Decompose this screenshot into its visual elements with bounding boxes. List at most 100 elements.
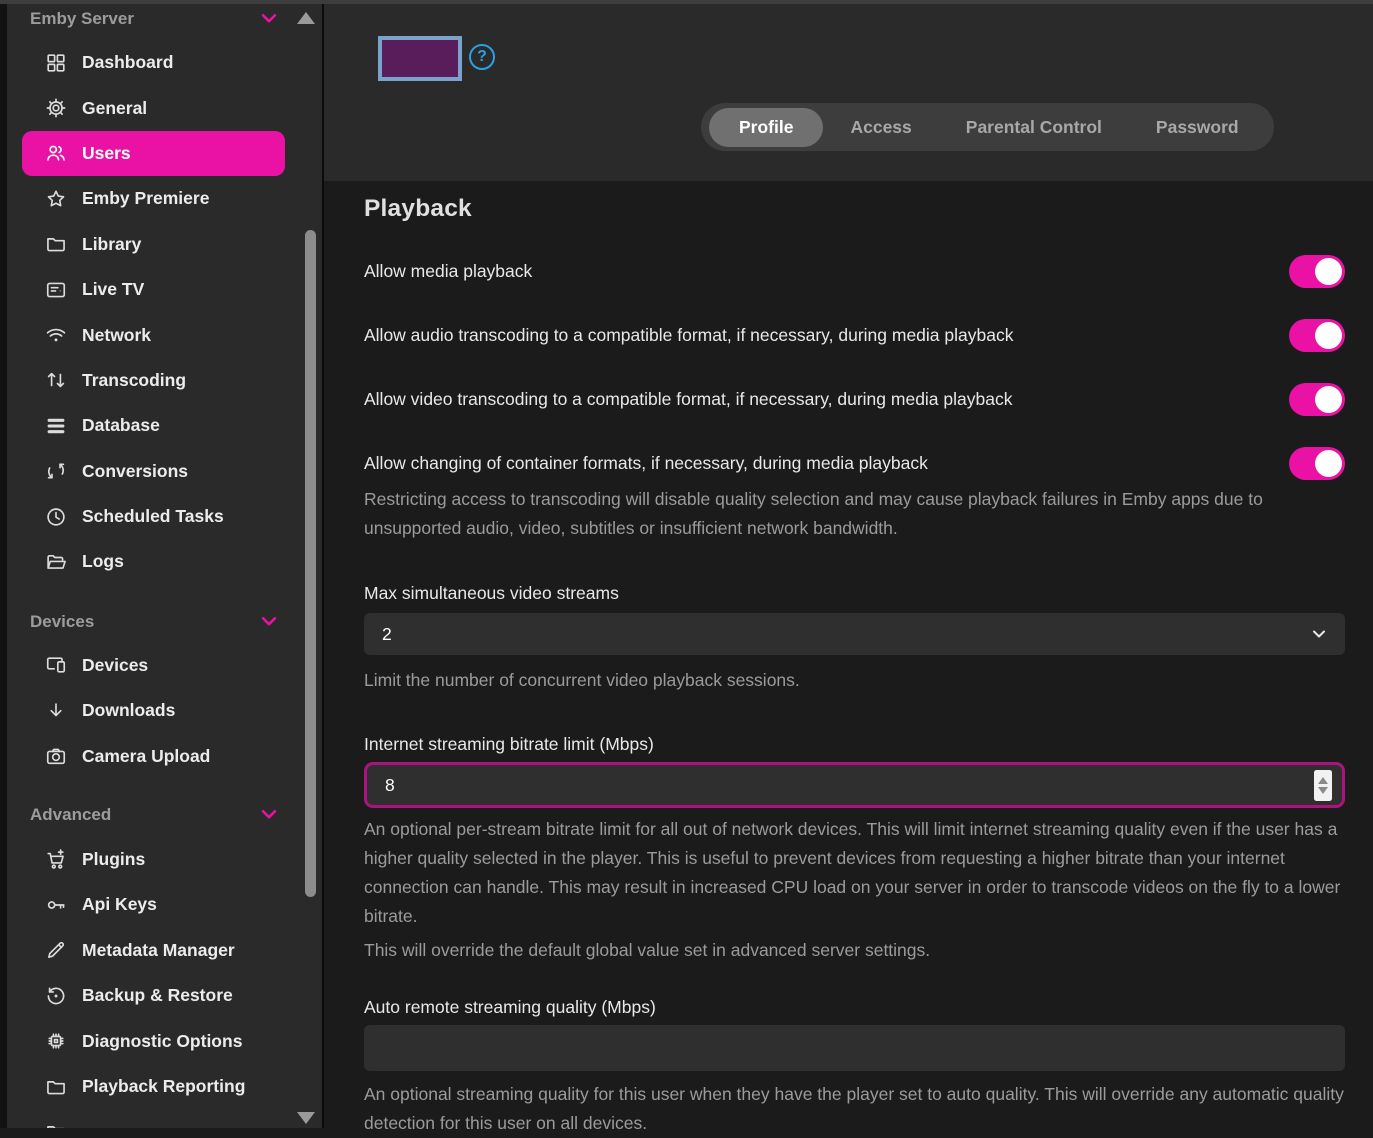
sidebar-item-scheduled-tasks[interactable]: Scheduled Tasks bbox=[22, 494, 285, 539]
sidebar-item-label: Playback Reporting bbox=[82, 1076, 245, 1097]
bitrate-label: Internet streaming bitrate limit (Mbps) bbox=[364, 734, 1345, 755]
sidebar-section-devices: DevicesDevicesDownloadsCamera Upload bbox=[7, 607, 322, 779]
sidebar-item-label: Dashboard bbox=[82, 52, 173, 73]
scroll-down-icon[interactable] bbox=[297, 1112, 315, 1124]
pencil-icon bbox=[45, 939, 67, 961]
key-icon bbox=[45, 894, 67, 916]
restore-icon bbox=[45, 985, 67, 1007]
sidebar-item-network[interactable]: Network bbox=[22, 312, 285, 357]
camera-icon bbox=[45, 745, 67, 767]
devices-icon bbox=[45, 654, 67, 676]
dashboard-icon bbox=[45, 52, 67, 74]
sidebar-item-general[interactable]: General bbox=[22, 85, 285, 130]
sync-arrows-icon bbox=[45, 460, 67, 482]
cart-plus-icon bbox=[45, 849, 67, 871]
sidebar-item-conversions[interactable]: Conversions bbox=[22, 449, 285, 494]
sidebar-item-backup-restore[interactable]: Backup & Restore bbox=[22, 973, 285, 1018]
sidebar-item-users[interactable]: Users bbox=[22, 131, 285, 176]
tab-profile[interactable]: Profile bbox=[709, 108, 823, 147]
max-streams-field: Max simultaneous video streams 2 Limit t… bbox=[364, 583, 1345, 695]
chevron-down-icon bbox=[258, 7, 282, 31]
sidebar-scrollbar-thumb[interactable] bbox=[305, 230, 316, 897]
page-title: Playback bbox=[364, 195, 1345, 223]
toggle-knob bbox=[1315, 258, 1342, 285]
auto-quality-input[interactable] bbox=[364, 1025, 1345, 1071]
sidebar-item-label: Database bbox=[82, 415, 160, 436]
section-header-devices[interactable]: Devices bbox=[7, 607, 322, 637]
sidebar-item-label: Plugins bbox=[82, 849, 145, 870]
allow-audio-transcoding-to-a-compatible-format-if-necessary-during-media-playback-toggle[interactable] bbox=[1289, 319, 1345, 352]
playback-settings: Playback Allow media playback Allow audio… bbox=[324, 181, 1373, 1128]
tab-password[interactable]: Password bbox=[1129, 103, 1266, 151]
sidebar-item-playback-reporting[interactable]: Playback Reporting bbox=[22, 1064, 285, 1109]
toggle-label: Allow media playback bbox=[364, 261, 532, 282]
sidebar-item-label: Metadata Manager bbox=[82, 940, 235, 961]
section-label: Advanced bbox=[30, 805, 111, 825]
number-stepper[interactable] bbox=[1314, 770, 1332, 801]
sidebar-section-advanced: Advanced Plugins Api Keys Metadata Manager B… bbox=[7, 800, 322, 1109]
sidebar-sections: Emby Server Dashboard General Users Emby Pre… bbox=[7, 4, 322, 1128]
main-area: ? ProfileAccessParental ControlPassword … bbox=[324, 4, 1373, 1128]
page-header: ? ProfileAccessParental ControlPassword bbox=[324, 4, 1373, 181]
user-avatar[interactable] bbox=[378, 36, 462, 81]
sidebar-item-database[interactable]: Database bbox=[22, 403, 285, 448]
toggle-label: Allow audio transcoding to a compatible … bbox=[364, 325, 1013, 346]
toggle-row: Allow audio transcoding to a compatible … bbox=[364, 315, 1345, 355]
sidebar-item-label: Library bbox=[82, 234, 141, 255]
sidebar-item-transcoding[interactable]: Transcoding bbox=[22, 358, 285, 403]
toggle-knob bbox=[1315, 386, 1342, 413]
sidebar-item-label: Emby Premiere bbox=[82, 188, 209, 209]
toggle-label: Allow video transcoding to a compatible … bbox=[364, 389, 1012, 410]
sidebar-item-dashboard[interactable]: Dashboard bbox=[22, 40, 285, 85]
auto-quality-field: Auto remote streaming quality (Mbps) An … bbox=[364, 997, 1345, 1138]
scroll-up-icon[interactable] bbox=[297, 12, 315, 24]
chevron-down-icon bbox=[258, 803, 282, 827]
toggle-row: Allow video transcoding to a compatible … bbox=[364, 379, 1345, 419]
allow-video-transcoding-to-a-compatible-format-if-necessary-during-media-playback-toggle[interactable] bbox=[1289, 383, 1345, 416]
sidebar-item-label: Transcoding bbox=[82, 370, 186, 391]
download-arrow-icon bbox=[45, 700, 67, 722]
sidebar-item-camera-upload[interactable]: Camera Upload bbox=[22, 733, 285, 778]
window-left-edge bbox=[0, 0, 7, 1128]
auto-quality-help: An optional streaming quality for this u… bbox=[364, 1080, 1345, 1138]
sidebar-item-emby-premiere[interactable]: Emby Premiere bbox=[22, 176, 285, 221]
help-icon[interactable]: ? bbox=[469, 44, 495, 70]
sidebar-item-live-tv[interactable]: Live TV bbox=[22, 267, 285, 312]
tab-parental-control[interactable]: Parental Control bbox=[939, 103, 1129, 151]
toggle-knob bbox=[1315, 322, 1342, 349]
sidebar-item-label: General bbox=[82, 98, 147, 119]
sidebar-item-diagnostic-options[interactable]: Diagnostic Options bbox=[22, 1018, 285, 1063]
sidebar-item-label: Logs bbox=[82, 551, 124, 572]
sidebar-item-partially-visible[interactable] bbox=[22, 1109, 285, 1128]
sidebar-item-devices[interactable]: Devices bbox=[22, 643, 285, 688]
sidebar-item-metadata-manager[interactable]: Metadata Manager bbox=[22, 928, 285, 973]
bitrate-help: An optional per-stream bitrate limit for… bbox=[364, 815, 1345, 931]
toggle-knob bbox=[1315, 450, 1342, 477]
sidebar-item-label: Network bbox=[82, 325, 151, 346]
bitrate-input[interactable] bbox=[364, 762, 1345, 808]
section-label: Devices bbox=[30, 612, 94, 632]
section-header-advanced[interactable]: Advanced bbox=[7, 800, 322, 830]
star-icon bbox=[45, 188, 67, 210]
toggle-row: Allow changing of container formats, if … bbox=[364, 443, 1345, 483]
toggle-list: Allow media playback Allow audio transcod… bbox=[364, 251, 1345, 483]
sidebar-item-plugins[interactable]: Plugins bbox=[22, 837, 285, 882]
sidebar-section-emby-server: Emby Server Dashboard General Users Emby Pre… bbox=[7, 4, 322, 585]
stepper-down-icon[interactable] bbox=[1318, 787, 1328, 794]
tab-access[interactable]: Access bbox=[823, 103, 938, 151]
sidebar-item-downloads[interactable]: Downloads bbox=[22, 688, 285, 733]
sidebar-item-library[interactable]: Library bbox=[22, 222, 285, 267]
stepper-up-icon[interactable] bbox=[1318, 777, 1328, 784]
users-icon bbox=[45, 142, 67, 164]
section-header-emby-server[interactable]: Emby Server bbox=[7, 4, 322, 34]
sidebar-item-label: Camera Upload bbox=[82, 746, 210, 767]
sidebar-item-api-keys[interactable]: Api Keys bbox=[22, 882, 285, 927]
sidebar-item-logs[interactable]: Logs bbox=[22, 539, 285, 584]
live-tv-icon bbox=[45, 279, 67, 301]
max-streams-select[interactable]: 2 bbox=[364, 613, 1345, 655]
allow-changing-of-container-formats-if-necessary-during-media-playback-toggle[interactable] bbox=[1289, 447, 1345, 480]
allow-media-playback-toggle[interactable] bbox=[1289, 255, 1345, 288]
clock-icon bbox=[45, 506, 67, 528]
transcode-arrows-icon bbox=[45, 369, 67, 391]
sidebar-item-label: Scheduled Tasks bbox=[82, 506, 224, 527]
